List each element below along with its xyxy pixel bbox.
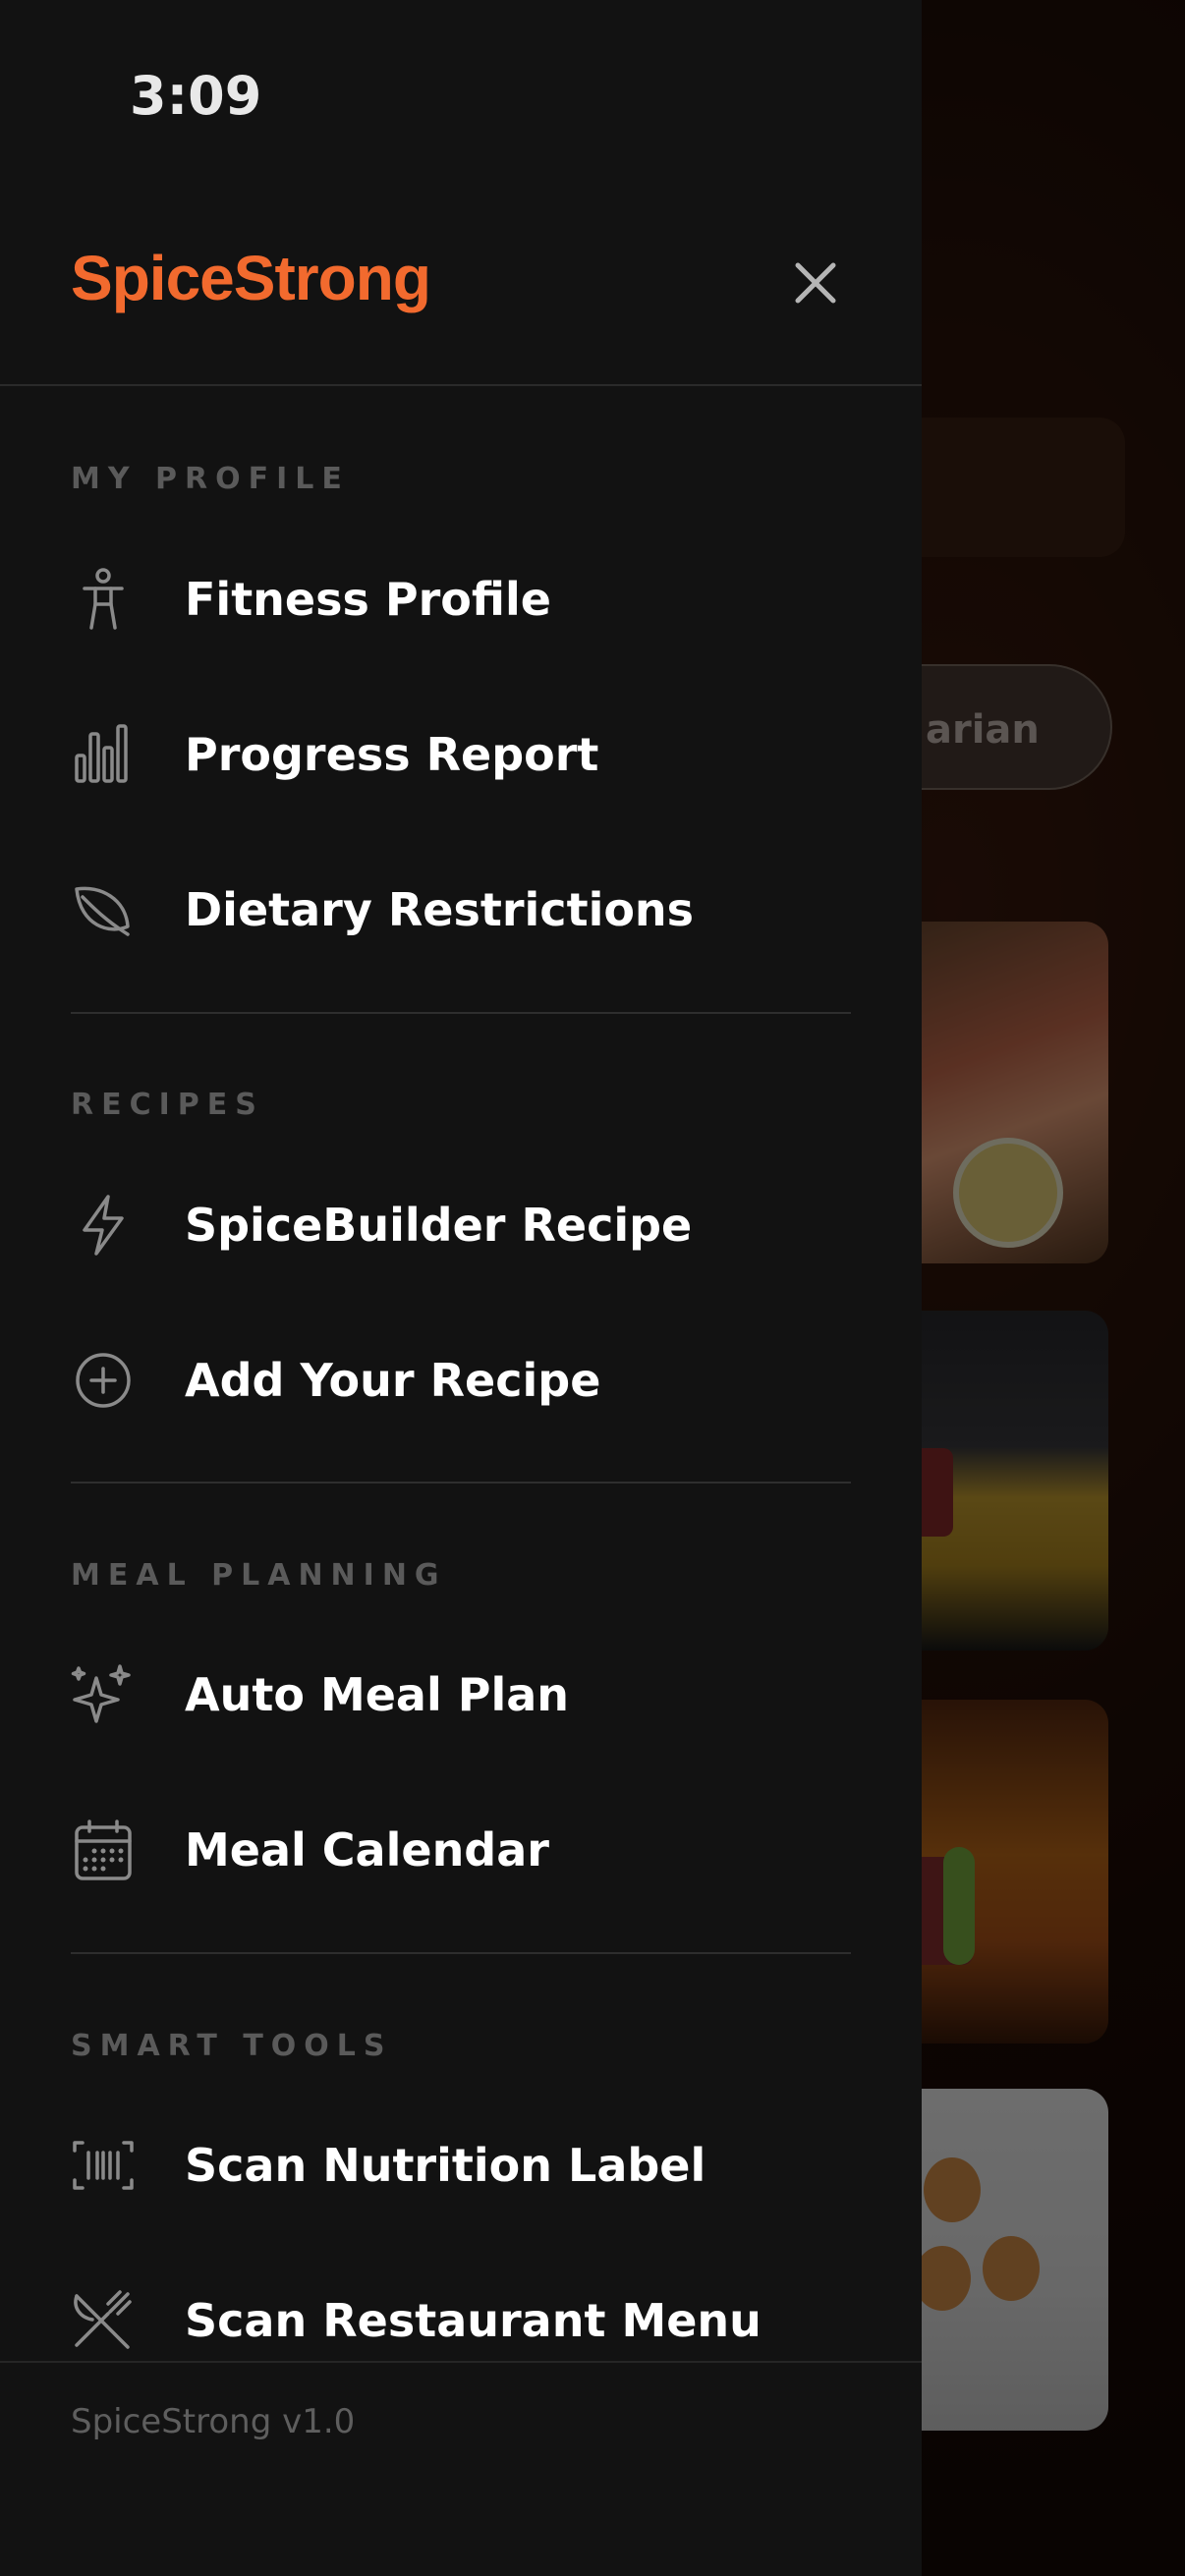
app-version: SpiceStrong v1.0: [71, 2402, 356, 2441]
person-icon: [71, 567, 136, 632]
menu-item-fitness-profile[interactable]: Fitness Profile: [0, 535, 922, 663]
menu-item-label: Fitness Profile: [185, 573, 551, 626]
menu-item-label: Scan Restaurant Menu: [185, 2294, 762, 2347]
menu-item-label: Auto Meal Plan: [185, 1668, 570, 1721]
section-divider: [71, 1012, 851, 1014]
menu-item-label: Meal Calendar: [185, 1823, 549, 1876]
menu-item-label: Add Your Recipe: [185, 1354, 601, 1407]
close-icon: [795, 262, 836, 304]
menu-item-scan-nutrition-label[interactable]: Scan Nutrition Label: [0, 2101, 922, 2229]
section-title-my-profile: MY PROFILE: [71, 462, 350, 496]
section-title-smart-tools: SMART TOOLS: [71, 2029, 393, 2063]
menu-item-progress-report[interactable]: Progress Report: [0, 691, 922, 818]
barcode-icon: [71, 2133, 136, 2198]
menu-item-label: SpiceBuilder Recipe: [185, 1199, 693, 1252]
section-divider: [71, 1952, 851, 1954]
menu-item-label: Dietary Restrictions: [185, 883, 695, 936]
section-divider: [71, 1482, 851, 1484]
menu-item-spicebuilder-recipe[interactable]: SpiceBuilder Recipe: [0, 1161, 922, 1289]
section-title-meal-planning: MEAL PLANNING: [71, 1558, 447, 1593]
menu-item-label: Progress Report: [185, 728, 599, 781]
lightning-icon: [71, 1193, 136, 1258]
side-drawer: SpiceStrong MY PROFILE Fitness Profile P…: [0, 0, 922, 2576]
close-button[interactable]: [786, 253, 845, 312]
section-title-recipes: RECIPES: [71, 1088, 264, 1122]
menu-item-label: Scan Nutrition Label: [185, 2139, 706, 2192]
bar-chart-icon: [71, 722, 136, 787]
menu-item-meal-calendar[interactable]: Meal Calendar: [0, 1786, 922, 1914]
menu-item-auto-meal-plan[interactable]: Auto Meal Plan: [0, 1631, 922, 1759]
leaf-icon: [71, 877, 136, 942]
drawer-footer: SpiceStrong v1.0: [0, 2361, 922, 2576]
menu-item-dietary-restrictions[interactable]: Dietary Restrictions: [0, 846, 922, 974]
plus-circle-icon: [71, 1348, 136, 1413]
utensils-icon: [71, 2288, 136, 2353]
calendar-icon: [71, 1818, 136, 1882]
brand-title: SpiceStrong: [71, 243, 431, 313]
status-time: 3:09: [130, 65, 262, 127]
drawer-header: SpiceStrong: [0, 0, 922, 386]
sparkles-icon: [71, 1662, 136, 1727]
menu-item-add-your-recipe[interactable]: Add Your Recipe: [0, 1316, 922, 1444]
